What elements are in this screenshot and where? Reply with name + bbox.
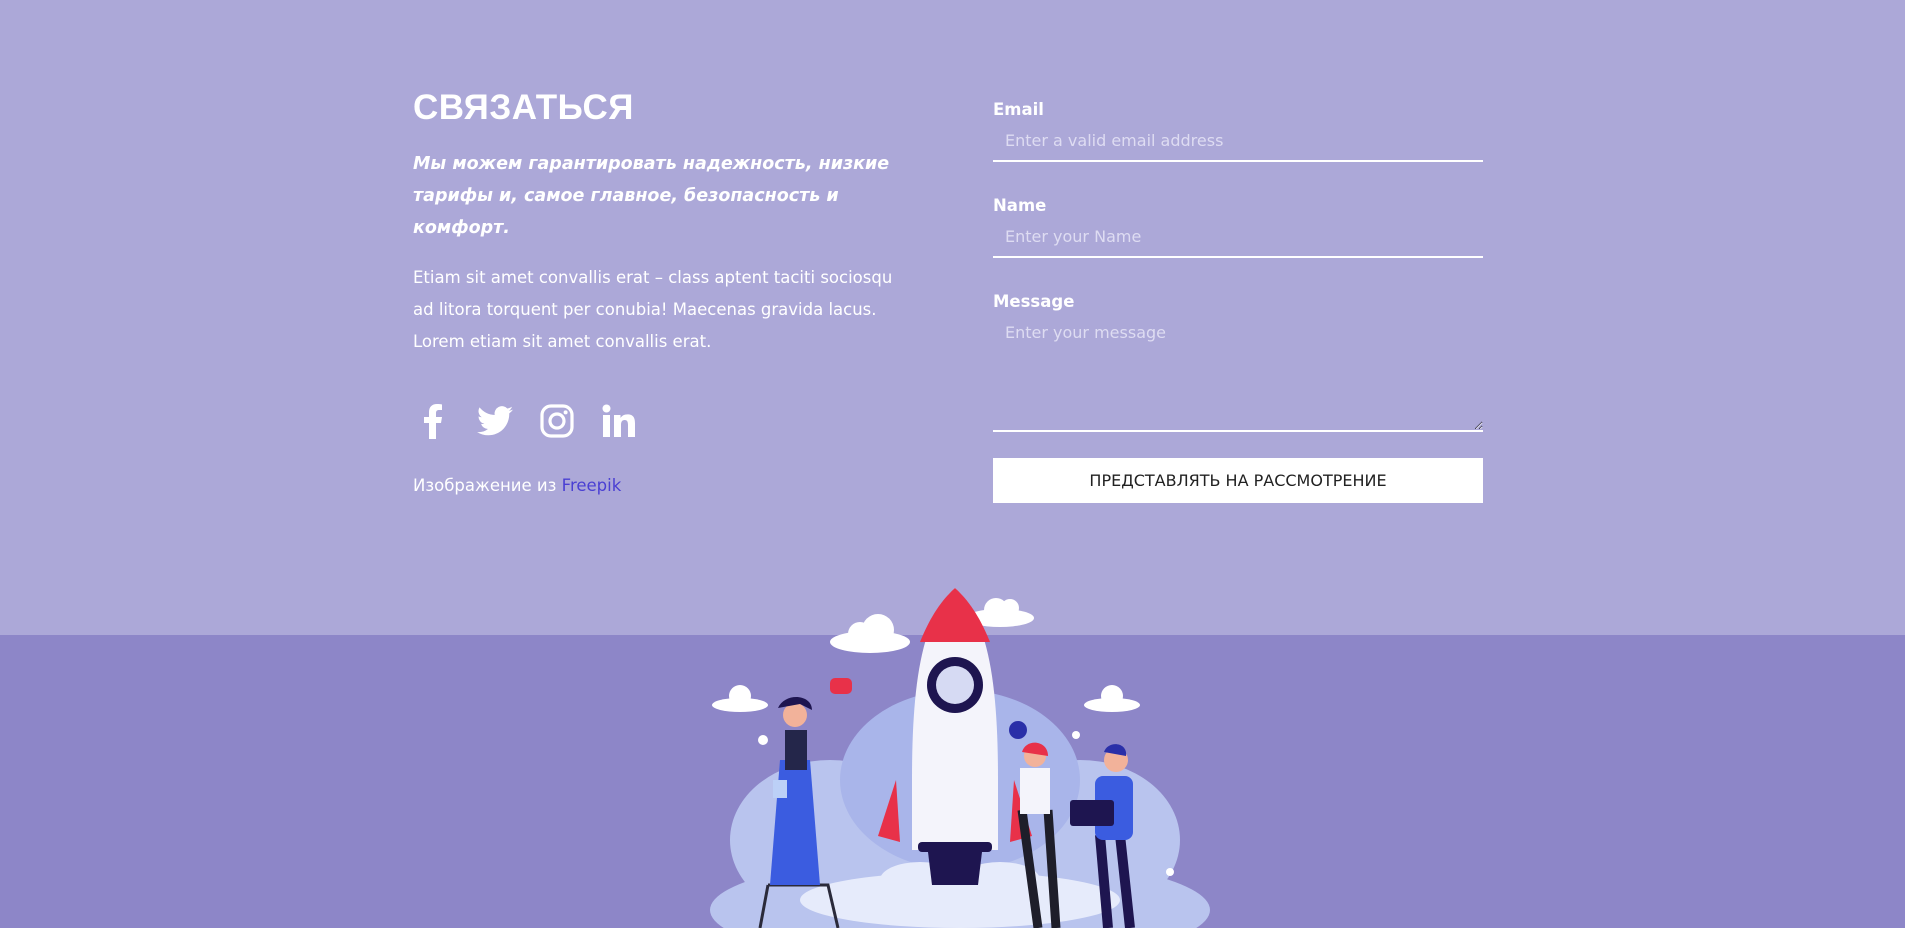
contact-form: Email Name Message ПРЕДСТАВЛЯТЬ НА РАССМ… xyxy=(993,100,1483,503)
bulb xyxy=(1009,721,1027,739)
credit-prefix: Изображение из xyxy=(413,476,557,495)
message-group: Message xyxy=(993,292,1483,432)
description-text: Etiam sit amet convallis erat – class ap… xyxy=(413,268,893,351)
rocket-launch-illustration xyxy=(710,588,1210,928)
message-label: Message xyxy=(993,292,1075,311)
name-label: Name xyxy=(993,196,1047,215)
twitter-icon[interactable] xyxy=(475,401,515,441)
contact-info: СВЯЗАТЬСЯ Мы можем гарантировать надежно… xyxy=(413,88,913,495)
chat-bubble xyxy=(830,678,852,694)
freepik-link[interactable]: Freepik xyxy=(562,476,622,495)
name-group: Name xyxy=(993,196,1483,258)
social-links xyxy=(413,401,913,441)
message-field[interactable] xyxy=(993,315,1483,432)
section-title: СВЯЗАТЬСЯ xyxy=(413,88,634,127)
image-credit: Изображение из Freepik xyxy=(413,476,913,495)
tagline: Мы можем гарантировать надежность, низки… xyxy=(413,154,890,238)
instagram-icon[interactable] xyxy=(537,401,577,441)
email-group: Email xyxy=(993,100,1483,162)
name-field[interactable] xyxy=(993,219,1483,258)
linkedin-icon[interactable] xyxy=(599,401,639,441)
facebook-icon[interactable] xyxy=(413,401,453,441)
submit-button[interactable]: ПРЕДСТАВЛЯТЬ НА РАССМОТРЕНИЕ xyxy=(993,458,1483,503)
email-label: Email xyxy=(993,100,1044,119)
email-field[interactable] xyxy=(993,123,1483,162)
contact-section-background xyxy=(0,0,1905,635)
